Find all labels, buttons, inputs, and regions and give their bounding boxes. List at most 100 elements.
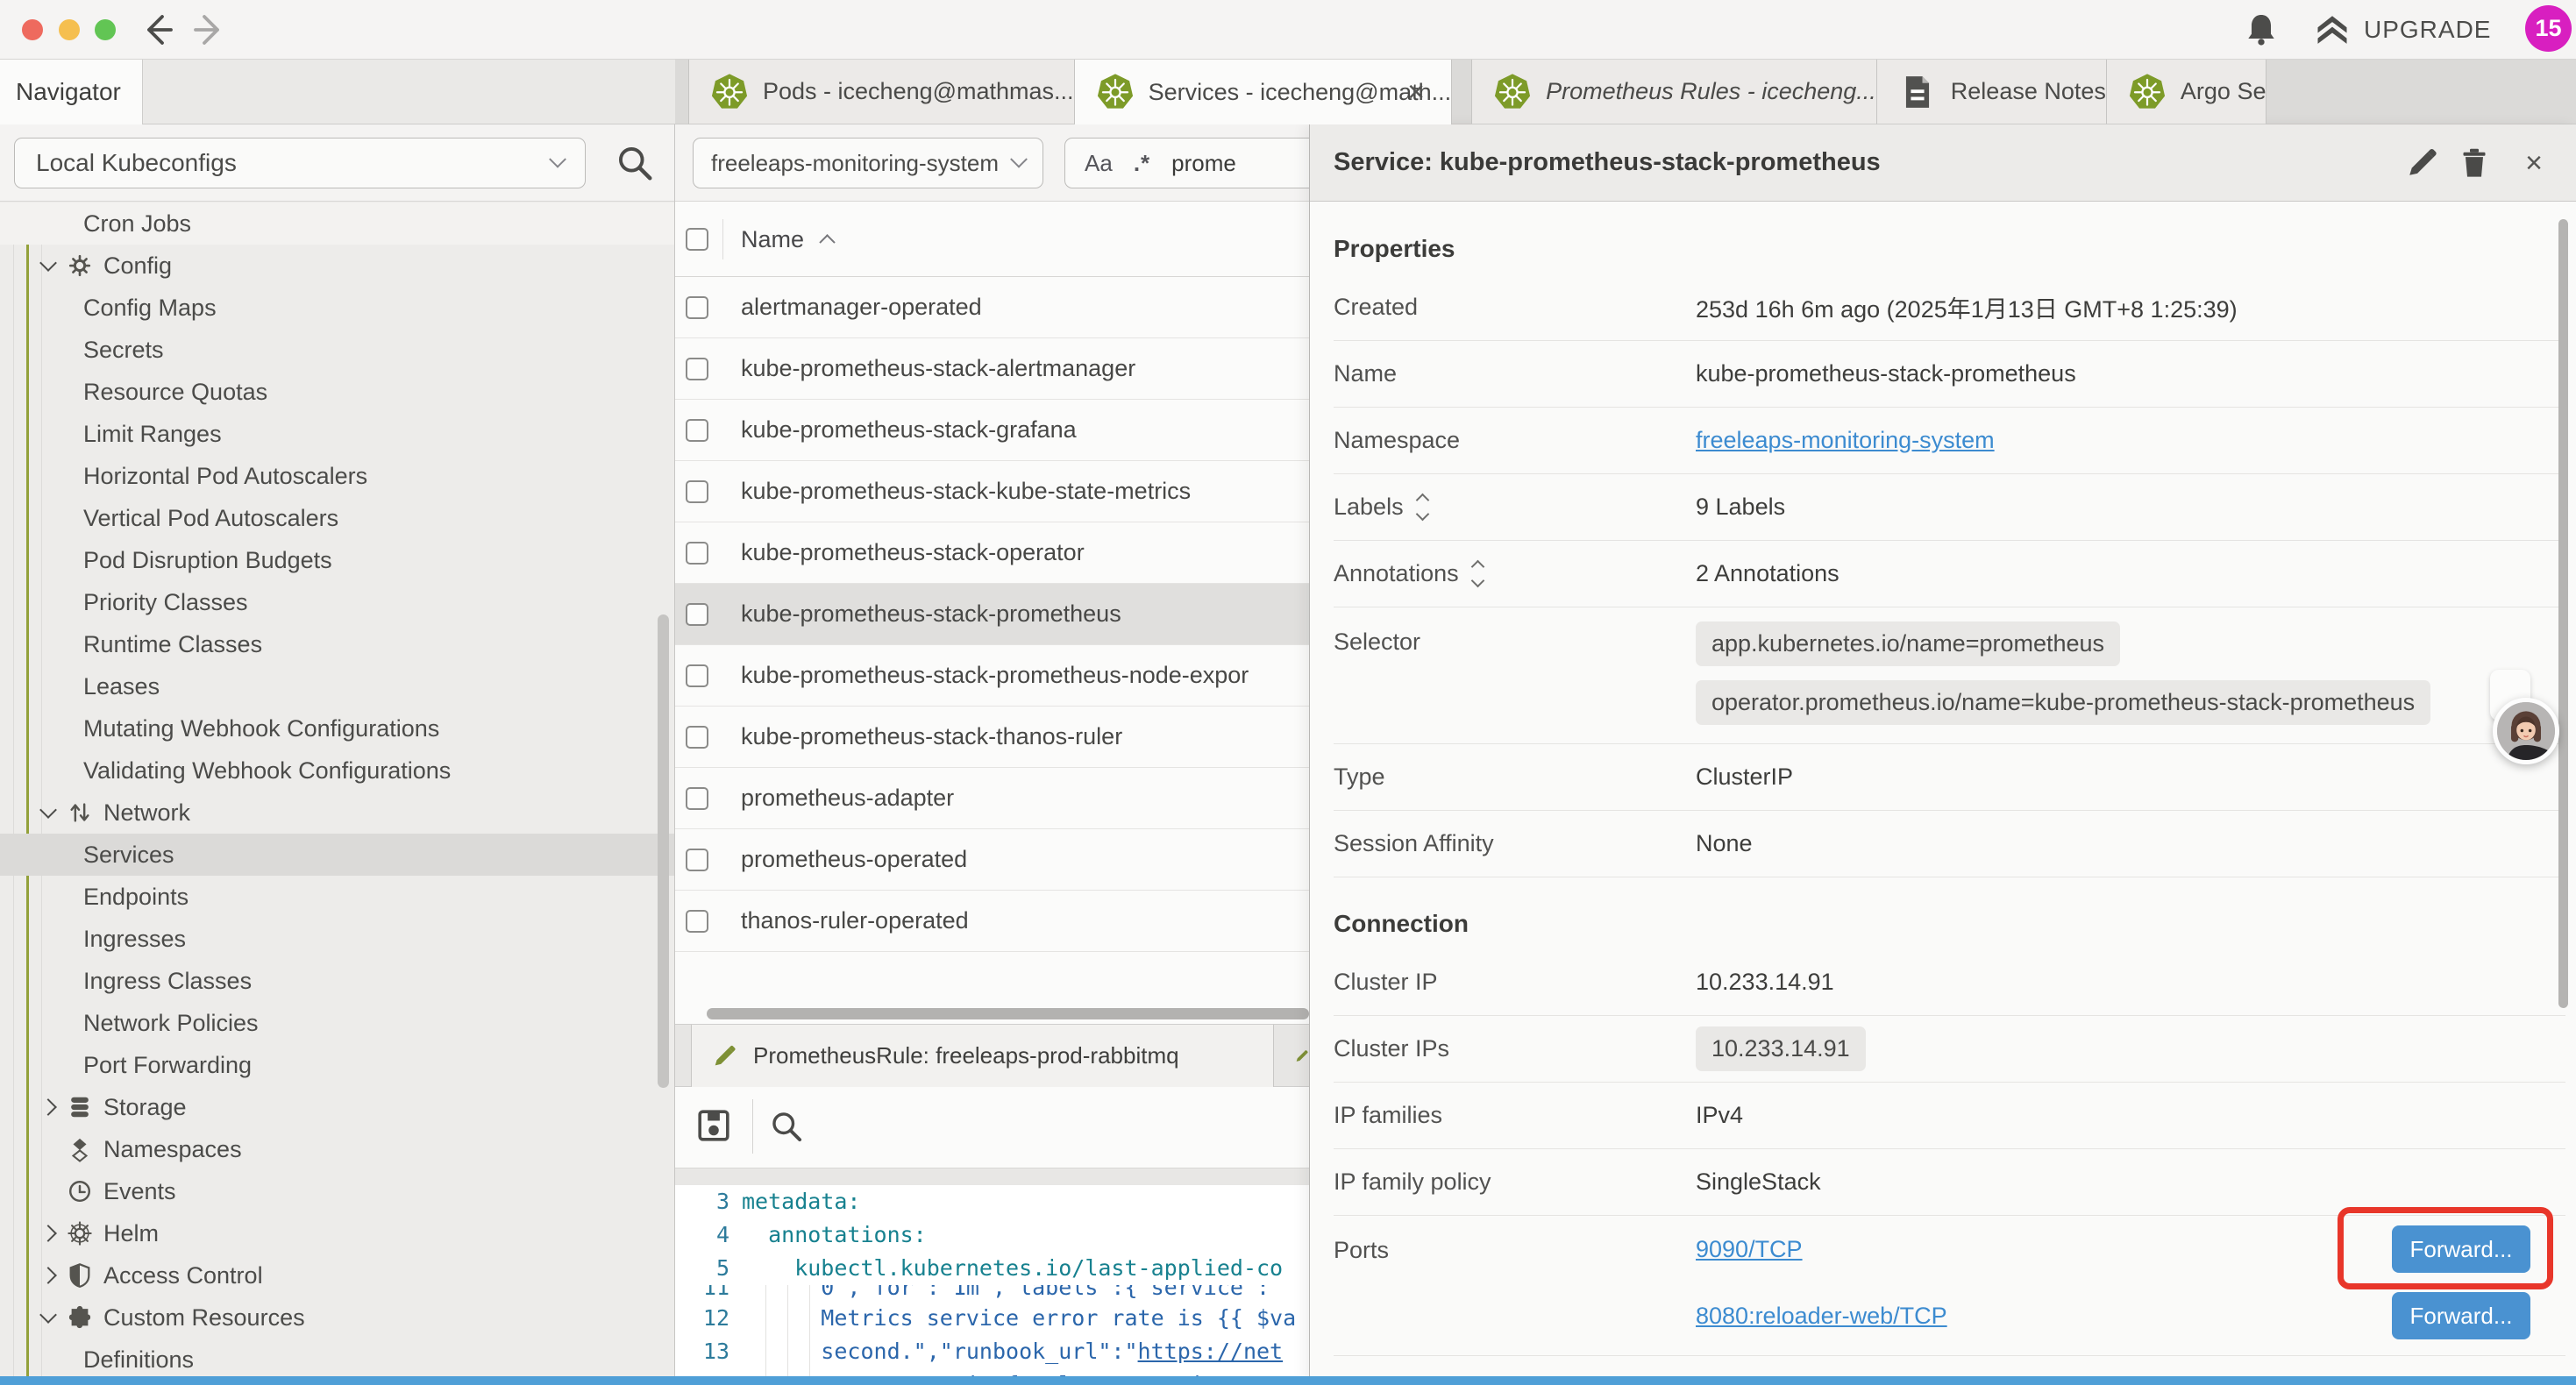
tree-expand-chevron-icon[interactable] xyxy=(39,1306,57,1324)
navigator-panel-tab[interactable]: Navigator xyxy=(0,60,143,124)
tree-item[interactable]: Limit Ranges xyxy=(0,413,675,455)
tab[interactable]: Services - icecheng@math... × xyxy=(1075,60,1453,124)
editor-tab[interactable]: PrometheusRule: freeleaps-prod-rabbitmq xyxy=(691,1025,1274,1087)
edit-pencil-icon[interactable] xyxy=(2404,146,2439,181)
row-checkbox[interactable] xyxy=(686,296,708,319)
kubeconfig-selector[interactable]: Local Kubeconfigs xyxy=(14,138,586,188)
tree-item[interactable]: Network xyxy=(0,792,675,834)
tree-item[interactable]: Endpoints xyxy=(0,876,675,918)
port-link[interactable]: 8080:reloader-web/TCP xyxy=(1696,1303,1947,1330)
editor-search-icon[interactable] xyxy=(768,1108,805,1145)
tree-expand-chevron-icon[interactable] xyxy=(39,254,57,272)
tree-item[interactable]: Services xyxy=(0,834,675,876)
tree-item[interactable]: Pod Disruption Budgets xyxy=(0,539,675,581)
traffic-light-maximize[interactable] xyxy=(95,19,116,40)
tree-item[interactable]: Ingress Classes xyxy=(0,960,675,1002)
service-row[interactable]: prometheus-adapter xyxy=(675,768,1309,829)
service-row[interactable]: prometheus-operated xyxy=(675,829,1309,891)
row-checkbox[interactable] xyxy=(686,849,708,871)
tab[interactable]: Pods - icecheng@mathmas... xyxy=(688,60,1075,124)
tree-item[interactable]: Network Policies xyxy=(0,1002,675,1044)
upgrade-button[interactable]: UPGRADE xyxy=(2313,9,2491,51)
regex-toggle[interactable]: .* xyxy=(1134,150,1150,177)
row-checkbox[interactable] xyxy=(686,358,708,380)
row-checkbox[interactable] xyxy=(686,726,708,749)
tree-item[interactable]: Validating Webhook Configurations xyxy=(0,749,675,792)
horizontal-scrollbar-thumb[interactable] xyxy=(707,1008,1309,1019)
tree-item-label: Network Policies xyxy=(83,1010,259,1037)
delete-trash-icon[interactable] xyxy=(2457,146,2492,181)
tree-item[interactable]: Secrets xyxy=(0,329,675,371)
row-checkbox[interactable] xyxy=(686,603,708,626)
tree-item[interactable]: Mutating Webhook Configurations xyxy=(0,707,675,749)
service-row[interactable]: kube-prometheus-stack-kube-state-metrics xyxy=(675,461,1309,522)
tree-item[interactable]: Leases xyxy=(0,665,675,707)
tab[interactable]: Prometheus Rules - icecheng... xyxy=(1471,60,1877,124)
tab-close-icon[interactable]: × xyxy=(1398,75,1434,110)
notifications-bell-icon[interactable] xyxy=(2243,11,2280,49)
row-checkbox[interactable] xyxy=(686,910,708,933)
namespace-selector[interactable]: freeleaps-monitoring-system xyxy=(693,138,1043,188)
match-case-toggle[interactable]: Aa xyxy=(1085,150,1113,177)
tree-item[interactable]: Horizontal Pod Autoscalers xyxy=(0,455,675,497)
row-checkbox[interactable] xyxy=(686,787,708,810)
forward-button[interactable]: Forward... xyxy=(2392,1225,2530,1273)
tree-item[interactable]: Ingresses xyxy=(0,918,675,960)
tree-item[interactable]: Custom Resources xyxy=(0,1296,675,1339)
service-row[interactable]: kube-prometheus-stack-grafana xyxy=(675,400,1309,461)
tree-item[interactable]: Priority Classes xyxy=(0,581,675,623)
tree-item[interactable]: Storage xyxy=(0,1086,675,1128)
close-icon[interactable]: × xyxy=(2516,146,2551,181)
service-row[interactable]: alertmanager-operated xyxy=(675,277,1309,338)
select-all-checkbox[interactable] xyxy=(686,228,708,251)
traffic-light-close[interactable] xyxy=(22,19,43,40)
sort-toggle-icon[interactable] xyxy=(1473,562,1483,586)
service-row[interactable]: kube-prometheus-stack-prometheus-node-ex… xyxy=(675,645,1309,707)
tree-expand-chevron-icon[interactable] xyxy=(39,1267,57,1284)
column-divider xyxy=(722,219,723,259)
tree-item[interactable]: Runtime Classes xyxy=(0,623,675,665)
service-row[interactable]: kube-prometheus-stack-prometheus xyxy=(675,584,1309,645)
sidebar-scrollbar-thumb[interactable] xyxy=(658,614,669,1088)
save-icon[interactable] xyxy=(694,1106,733,1145)
yaml-editor[interactable]: 3 metadata: 4 annotations: 5 kubectl.kub… xyxy=(675,1185,1309,1385)
name-column-header[interactable]: Name xyxy=(741,202,833,277)
tree-item[interactable]: Resource Quotas xyxy=(0,371,675,413)
back-arrow-icon[interactable] xyxy=(140,12,175,47)
row-checkbox[interactable] xyxy=(686,419,708,442)
forward-button[interactable]: Forward... xyxy=(2392,1292,2530,1339)
row-checkbox[interactable] xyxy=(686,664,708,687)
editor-tab-next[interactable] xyxy=(1275,1025,1309,1087)
tree-item[interactable]: Helm xyxy=(0,1212,675,1254)
row-checkbox[interactable] xyxy=(686,542,708,565)
service-row[interactable]: kube-prometheus-stack-alertmanager xyxy=(675,338,1309,400)
tree-item[interactable]: Access Control xyxy=(0,1254,675,1296)
tree-expand-chevron-icon[interactable] xyxy=(39,801,57,819)
tab[interactable]: Argo Se xyxy=(2107,60,2267,124)
line-number: 11 xyxy=(675,1285,729,1302)
filter-input[interactable]: Aa .* prome xyxy=(1064,138,1309,188)
sort-toggle-icon[interactable] xyxy=(1418,495,1427,519)
tree-item[interactable]: Cron Jobs xyxy=(0,202,675,245)
traffic-light-minimize[interactable] xyxy=(59,19,80,40)
tree-item[interactable]: Definitions xyxy=(0,1339,675,1381)
row-checkbox[interactable] xyxy=(686,480,708,503)
service-row[interactable]: kube-prometheus-stack-operator xyxy=(675,522,1309,584)
tree-expand-chevron-icon[interactable] xyxy=(39,1225,57,1242)
port-link[interactable]: 9090/TCP xyxy=(1696,1236,1803,1263)
sidebar-search-icon[interactable] xyxy=(614,142,656,184)
tab[interactable]: Release Notes xyxy=(1877,60,2107,124)
tree-item[interactable]: Config Maps xyxy=(0,287,675,329)
notification-count-badge[interactable]: 15 xyxy=(2525,5,2572,52)
tree-item[interactable]: Vertical Pod Autoscalers xyxy=(0,497,675,539)
tree-item[interactable]: Events xyxy=(0,1170,675,1212)
forward-arrow-icon[interactable] xyxy=(191,12,226,47)
assistant-avatar[interactable] xyxy=(2493,698,2559,764)
tree-item[interactable]: Namespaces xyxy=(0,1128,675,1170)
tree-expand-chevron-icon[interactable] xyxy=(39,1098,57,1116)
tree-item[interactable]: Config xyxy=(0,245,675,287)
detail-scrollbar-thumb[interactable] xyxy=(2558,219,2568,1008)
tree-item[interactable]: Port Forwarding xyxy=(0,1044,675,1086)
service-row[interactable]: kube-prometheus-stack-thanos-ruler xyxy=(675,707,1309,768)
service-row[interactable]: thanos-ruler-operated xyxy=(675,891,1309,952)
